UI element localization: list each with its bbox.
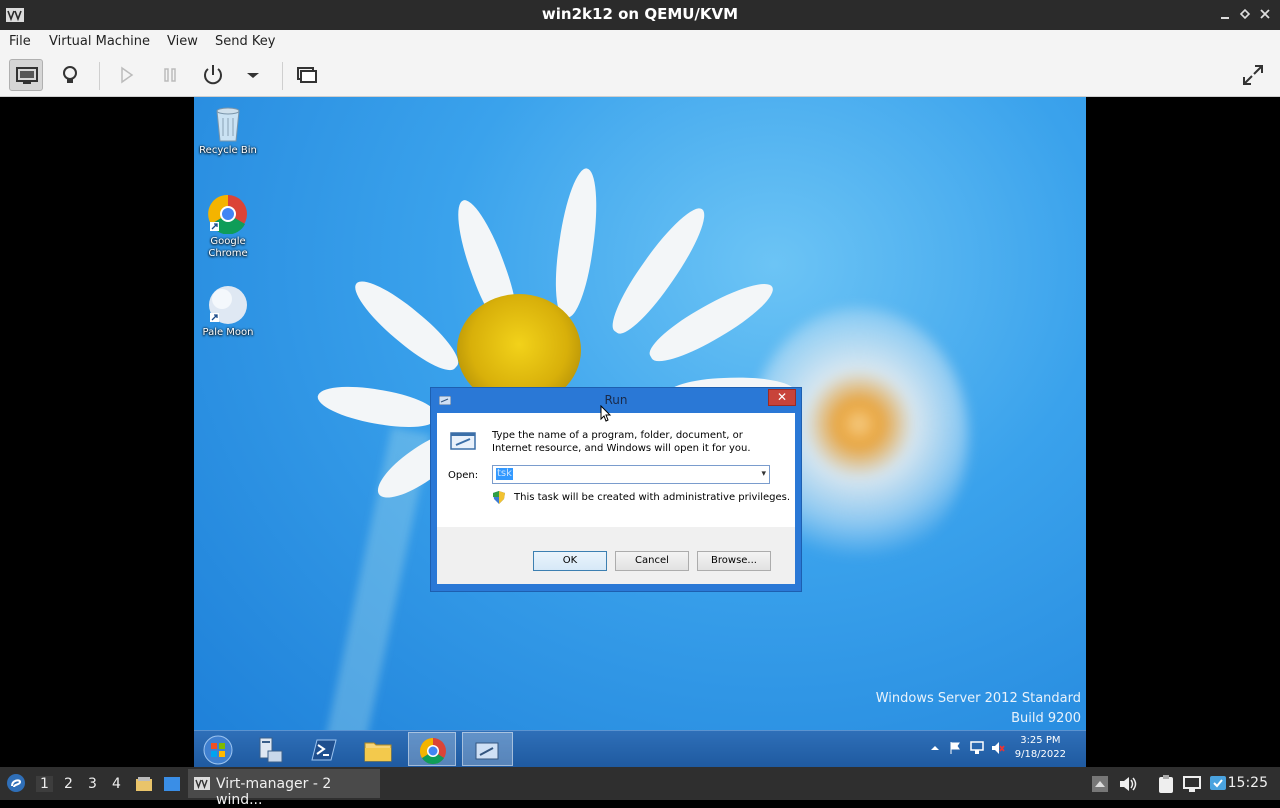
desktop-icon-label: Pale Moon (202, 327, 254, 338)
run-dialog-close-button[interactable]: ✕ (768, 389, 796, 406)
toolbar-separator (99, 62, 100, 90)
task-label: Virt-manager - 2 wind... (216, 776, 332, 808)
workspace-2[interactable]: 2 (64, 776, 73, 792)
tray-overflow-icon[interactable] (928, 741, 942, 755)
chevron-down-icon (247, 73, 259, 78)
folder-icon (364, 742, 392, 762)
app-menu-icon[interactable] (6, 773, 26, 793)
start-button[interactable] (194, 732, 242, 766)
recycle-bin-icon (216, 107, 240, 142)
ok-button[interactable]: OK (533, 551, 607, 571)
snapshots-button[interactable] (290, 59, 324, 91)
play-icon (121, 66, 134, 84)
menu-send-key[interactable]: Send Key (215, 34, 275, 49)
cancel-button[interactable]: Cancel (615, 551, 689, 571)
guest-taskbar: 3:25 PM 9/18/2022 (194, 730, 1086, 767)
menubar: File Virtual Machine View Send Key (0, 30, 1280, 54)
updates-icon[interactable] (1208, 774, 1228, 794)
volume-muted-icon[interactable] (991, 741, 1005, 755)
run-dialog-body: Type the name of a program, folder, docu… (437, 413, 795, 584)
run-button[interactable] (109, 59, 143, 91)
run-description: Type the name of a program, folder, docu… (492, 430, 751, 454)
run-program-icon (475, 742, 499, 760)
server-manager-icon (259, 737, 283, 763)
fullscreen-icon (1243, 65, 1263, 85)
network-icon[interactable] (970, 741, 984, 755)
powershell-icon (311, 739, 337, 761)
desktop-icon-label-line2: Chrome (208, 248, 248, 259)
mouse-cursor-icon (600, 405, 612, 422)
desktop-icon-google-chrome[interactable]: Google Chrome (194, 194, 263, 260)
admin-privileges-note: This task will be created with administr… (514, 492, 791, 503)
show-details-button[interactable] (53, 59, 87, 91)
host-clock[interactable]: 15:25 (1228, 775, 1268, 791)
run-dialog-title: Run (604, 393, 628, 407)
window-titlebar: win2k12 on QEMU/KVM (0, 0, 1280, 30)
shutdown-menu-button[interactable] (236, 59, 270, 91)
menu-file[interactable]: File (9, 34, 31, 49)
windows-watermark: Windows Server 2012 Standard Build 9200 (876, 689, 1081, 729)
show-console-button[interactable] (9, 59, 43, 91)
chevron-down-icon[interactable]: ▾ (761, 469, 766, 479)
run-dialog[interactable]: Run ✕ Type the name of a program, folder… (430, 387, 802, 592)
network-icon[interactable] (1182, 774, 1202, 794)
host-panel: 1 2 3 4 Virt-manager - 2 wind... 15:25 (0, 767, 1280, 808)
chrome-icon (208, 194, 247, 235)
lightbulb-icon (63, 66, 77, 83)
clipboard-icon[interactable] (1156, 774, 1176, 794)
open-label: Open: (448, 470, 479, 481)
maximize-icon[interactable] (1238, 7, 1252, 21)
watermark-build: Build 9200 (1011, 711, 1081, 726)
workspace-1[interactable]: 1 (36, 776, 53, 792)
desktop-icon-recycle-bin[interactable]: Recycle Bin (194, 103, 263, 157)
workspace-4[interactable]: 4 (112, 776, 121, 792)
taskbar-google-chrome[interactable] (408, 732, 456, 766)
fullscreen-button[interactable] (1236, 59, 1270, 91)
taskbar-server-manager[interactable] (246, 732, 294, 766)
workspace-3[interactable]: 3 (88, 776, 97, 792)
desktop-icon-label: Recycle Bin (199, 145, 257, 156)
volume-icon[interactable] (1118, 774, 1138, 794)
action-center-flag-icon[interactable] (948, 741, 962, 755)
menu-virtual-machine[interactable]: Virtual Machine (49, 34, 150, 49)
chrome-icon (419, 737, 446, 765)
shutdown-button[interactable] (196, 59, 230, 91)
desktop-icon-pale-moon[interactable]: Pale Moon (194, 285, 263, 339)
pale-moon-icon (209, 286, 247, 324)
taskbar-powershell[interactable] (300, 732, 348, 766)
pause-icon (164, 68, 176, 82)
run-dialog-footer: OK Cancel Browse... (437, 527, 795, 584)
watermark-edition: Windows Server 2012 Standard (875, 691, 1081, 706)
windows-start-icon (203, 735, 233, 765)
show-desktop-icon[interactable] (162, 774, 182, 794)
monitor-icon (16, 67, 38, 84)
guest-desktop[interactable]: Recycle Bin Google Chrome Pale Moon Wind… (194, 97, 1086, 767)
taskbar-file-explorer[interactable] (354, 732, 402, 766)
window-title: win2k12 on QEMU/KVM (541, 5, 739, 23)
guest-clock[interactable]: 3:25 PM 9/18/2022 (1015, 734, 1066, 762)
snapshots-icon (297, 67, 317, 83)
pause-button[interactable] (153, 59, 187, 91)
browse-button[interactable]: Browse... (697, 551, 771, 571)
taskbar-virt-manager[interactable]: Virt-manager - 2 wind... (188, 769, 380, 808)
taskbar-run[interactable] (462, 732, 513, 766)
guest-time: 3:25 PM (1020, 735, 1061, 746)
minimize-icon[interactable] (1218, 7, 1232, 21)
virt-manager-icon (194, 777, 210, 790)
tray-up-arrow-icon[interactable] (1090, 774, 1110, 794)
uac-shield-icon (493, 491, 505, 504)
menu-view[interactable]: View (167, 34, 198, 49)
guest-date: 9/18/2022 (1014, 749, 1066, 760)
toolbar (0, 54, 1280, 97)
desktop-icon-label-line1: Google (210, 236, 246, 247)
open-combobox[interactable]: tsk ▾ (492, 465, 770, 484)
file-manager-icon[interactable] (134, 774, 154, 794)
close-icon[interactable] (1258, 7, 1272, 21)
power-icon (204, 65, 222, 85)
run-program-icon (450, 432, 476, 450)
vm-console[interactable]: Recycle Bin Google Chrome Pale Moon Wind… (0, 97, 1280, 767)
open-input-value[interactable]: tsk (496, 468, 513, 480)
toolbar-separator (282, 62, 283, 90)
